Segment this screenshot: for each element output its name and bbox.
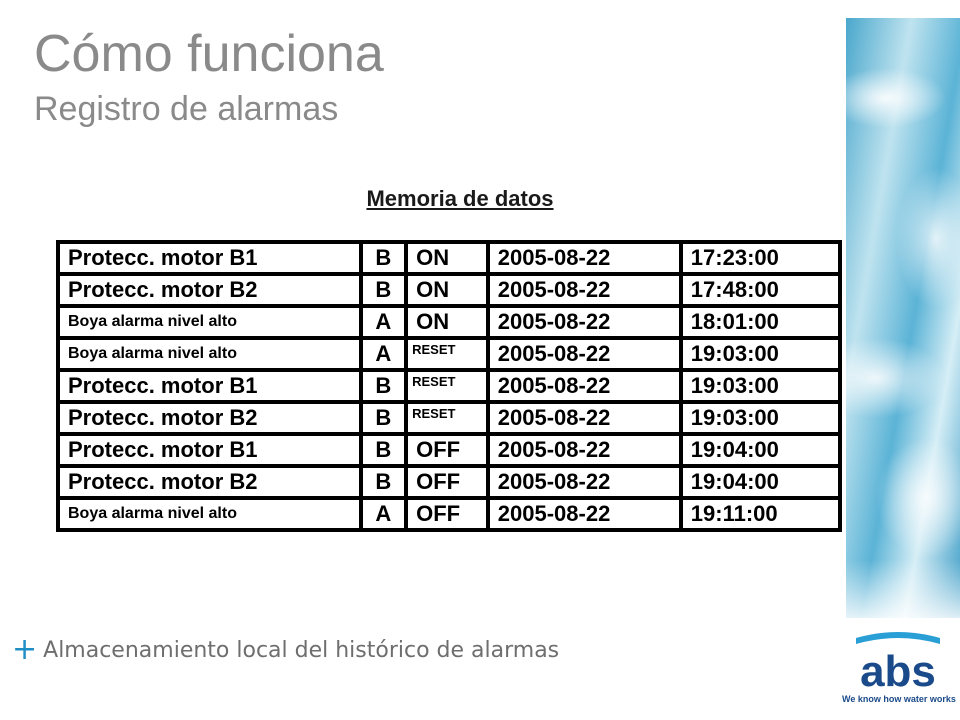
alarm-state-cell: ON bbox=[404, 304, 490, 340]
water-image-fade bbox=[846, 560, 960, 630]
table-row: Boya alarma nivel alto A ON 2005-08-22 18:01… bbox=[56, 304, 843, 340]
alarm-code-cell: B bbox=[358, 272, 409, 308]
alarm-time-cell: 19:04:00 bbox=[678, 432, 843, 468]
water-background-image bbox=[846, 18, 960, 618]
alarm-code-cell: B bbox=[358, 400, 409, 436]
alarm-date-cell: 2005-08-22 bbox=[485, 464, 683, 500]
alarm-time-cell: 18:01:00 bbox=[678, 304, 843, 340]
alarm-time-cell: 19:03:00 bbox=[678, 368, 843, 404]
alarm-state-cell: RESET bbox=[404, 400, 490, 436]
table-row: Protecc. motor B1 B OFF 2005-08-22 19:04:00 bbox=[56, 432, 843, 468]
alarm-state-cell: ON bbox=[404, 240, 490, 276]
alarm-name-cell: Protecc. motor B1 bbox=[56, 368, 363, 404]
table-row: Boya alarma nivel alto A OFF 2005-08-22 19:1… bbox=[56, 496, 843, 532]
alarm-name-cell: Protecc. motor B1 bbox=[56, 240, 363, 276]
alarm-date-cell: 2005-08-22 bbox=[485, 304, 683, 340]
alarm-code-cell: B bbox=[358, 368, 409, 404]
alarm-date-cell: 2005-08-22 bbox=[485, 336, 683, 372]
alarm-time-cell: 19:03:00 bbox=[678, 400, 843, 436]
alarm-name-cell: Protecc. motor B2 bbox=[56, 400, 363, 436]
table-row: Protecc. motor B2 B ON 2005-08-22 17:48:00 bbox=[56, 272, 843, 308]
alarm-time-cell: 19:03:00 bbox=[678, 336, 843, 372]
alarm-date-cell: 2005-08-22 bbox=[485, 400, 683, 436]
page-subtitle: Registro de alarmas bbox=[34, 90, 339, 128]
alarm-log-table: Protecc. motor B1 B ON 2005-08-22 17:23:00 Pr… bbox=[56, 240, 843, 532]
alarm-name-cell: Protecc. motor B1 bbox=[56, 432, 363, 468]
alarm-name-cell: Protecc. motor B2 bbox=[56, 272, 363, 308]
alarm-state-cell: OFF bbox=[404, 496, 490, 532]
plus-icon: + bbox=[12, 632, 38, 667]
bullet-point: + Almacenamiento local del histórico de a… bbox=[12, 632, 559, 667]
abs-logo: abs bbox=[856, 632, 940, 696]
alarm-time-cell: 19:11:00 bbox=[678, 496, 843, 532]
alarm-code-cell: B bbox=[358, 464, 409, 500]
alarm-state-cell: RESET bbox=[404, 336, 490, 372]
alarm-state-cell: RESET bbox=[404, 368, 490, 404]
table-row: Boya alarma nivel alto A RESET 2005-08-22 19… bbox=[56, 336, 843, 372]
alarm-code-cell: A bbox=[358, 496, 409, 532]
alarm-name-cell: Protecc. motor B2 bbox=[56, 464, 363, 500]
alarm-name-cell: Boya alarma nivel alto bbox=[56, 304, 363, 340]
alarm-time-cell: 17:48:00 bbox=[678, 272, 843, 308]
table-heading: Memoria de datos bbox=[366, 186, 554, 211]
alarm-date-cell: 2005-08-22 bbox=[485, 272, 683, 308]
table-row: Protecc. motor B1 B RESET 2005-08-22 19:03:0… bbox=[56, 368, 843, 404]
table-row: Protecc. motor B1 B ON 2005-08-22 17:23:00 bbox=[56, 240, 843, 276]
alarm-date-cell: 2005-08-22 bbox=[485, 240, 683, 276]
alarm-name-cell: Boya alarma nivel alto bbox=[56, 496, 363, 532]
alarm-time-cell: 19:04:00 bbox=[678, 464, 843, 500]
alarm-state-cell: OFF bbox=[404, 464, 490, 500]
alarm-date-cell: 2005-08-22 bbox=[485, 368, 683, 404]
logo-tagline: We know how water works bbox=[842, 694, 956, 704]
logo-wordmark: abs bbox=[860, 647, 936, 696]
alarm-code-cell: B bbox=[358, 432, 409, 468]
table-row: Protecc. motor B2 B RESET 2005-08-22 19:03:0… bbox=[56, 400, 843, 436]
alarm-state-cell: ON bbox=[404, 272, 490, 308]
page-title: Cómo funciona bbox=[34, 25, 384, 83]
alarm-date-cell: 2005-08-22 bbox=[485, 432, 683, 468]
alarm-name-cell: Boya alarma nivel alto bbox=[56, 336, 363, 372]
alarm-code-cell: A bbox=[358, 304, 409, 340]
bullet-text: Almacenamiento local del histórico de al… bbox=[43, 638, 560, 663]
alarm-state-cell: OFF bbox=[404, 432, 490, 468]
alarm-date-cell: 2005-08-22 bbox=[485, 496, 683, 532]
alarm-code-cell: A bbox=[358, 336, 409, 372]
alarm-code-cell: B bbox=[358, 240, 409, 276]
alarm-time-cell: 17:23:00 bbox=[678, 240, 843, 276]
table-row: Protecc. motor B2 B OFF 2005-08-22 19:04:00 bbox=[56, 464, 843, 500]
